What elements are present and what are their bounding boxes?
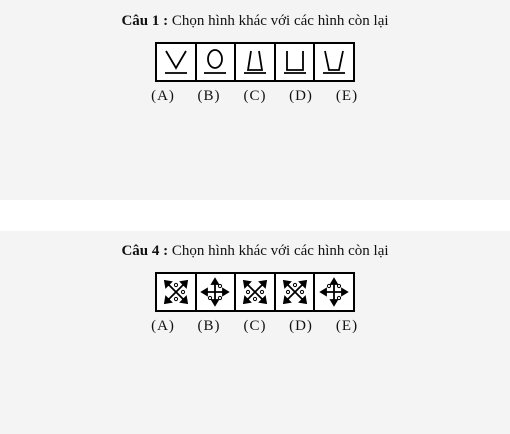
q4-option-c[interactable]: (C) — [232, 318, 278, 338]
q1-option-c[interactable]: (C) — [232, 88, 278, 108]
q4-figure-b — [197, 274, 237, 310]
q1-option-d[interactable]: (D) — [278, 88, 324, 108]
question-1-prompt: Chọn hình khác với các hình còn lại — [171, 13, 389, 29]
question-1-options: (A) (B) (C) (D) (E) — [140, 88, 370, 108]
question-4-figure-row — [155, 272, 355, 312]
question-4-number: Câu 4 : — [121, 243, 169, 259]
question-1-title: Câu 1 : Chọn hình khác với các hình còn … — [0, 12, 510, 30]
x-arrows-dots-icon — [282, 279, 307, 305]
x-arrows-dots-icon — [242, 279, 268, 305]
q4-figure-c — [236, 274, 276, 310]
question-4-title: Câu 4 : Chọn hình khác với các hình còn … — [0, 242, 510, 260]
question-1-card: Câu 1 : Chọn hình khác với các hình còn … — [0, 0, 510, 200]
q4-option-b[interactable]: (B) — [186, 318, 232, 338]
q4-figure-e — [315, 274, 353, 310]
q1-figure-c — [236, 44, 276, 80]
q1-option-a[interactable]: (A) — [140, 88, 186, 108]
q1-option-e[interactable]: (E) — [324, 88, 370, 108]
question-1-figure-row — [155, 42, 355, 82]
q4-figure-a — [157, 274, 197, 310]
question-4-options: (A) (B) (C) (D) (E) — [140, 318, 370, 338]
trapezoid-shape-icon — [243, 50, 266, 74]
q1-figure-a — [157, 44, 197, 80]
q4-option-a[interactable]: (A) — [140, 318, 186, 338]
plus-arrows-dots-icon — [319, 277, 349, 307]
v-shape-icon — [164, 50, 187, 74]
x-arrows-dots-icon — [163, 279, 188, 305]
q4-option-d[interactable]: (D) — [278, 318, 324, 338]
q1-option-b[interactable]: (B) — [186, 88, 232, 108]
q1-figure-b — [197, 44, 237, 80]
cup-shape-icon — [323, 50, 346, 74]
plus-arrows-dots-icon — [200, 277, 231, 307]
question-4-card: Câu 4 : Chọn hình khác với các hình còn … — [0, 231, 510, 434]
q4-option-e[interactable]: (E) — [324, 318, 370, 338]
q4-figure-d — [276, 274, 316, 310]
u-square-shape-icon — [283, 51, 306, 74]
o-shape-icon — [204, 49, 227, 74]
q1-figure-e — [315, 44, 353, 80]
question-4-prompt: Chọn hình khác với các hình còn lại — [171, 243, 389, 259]
question-1-number: Câu 1 : — [121, 13, 169, 29]
q1-figure-d — [276, 44, 316, 80]
